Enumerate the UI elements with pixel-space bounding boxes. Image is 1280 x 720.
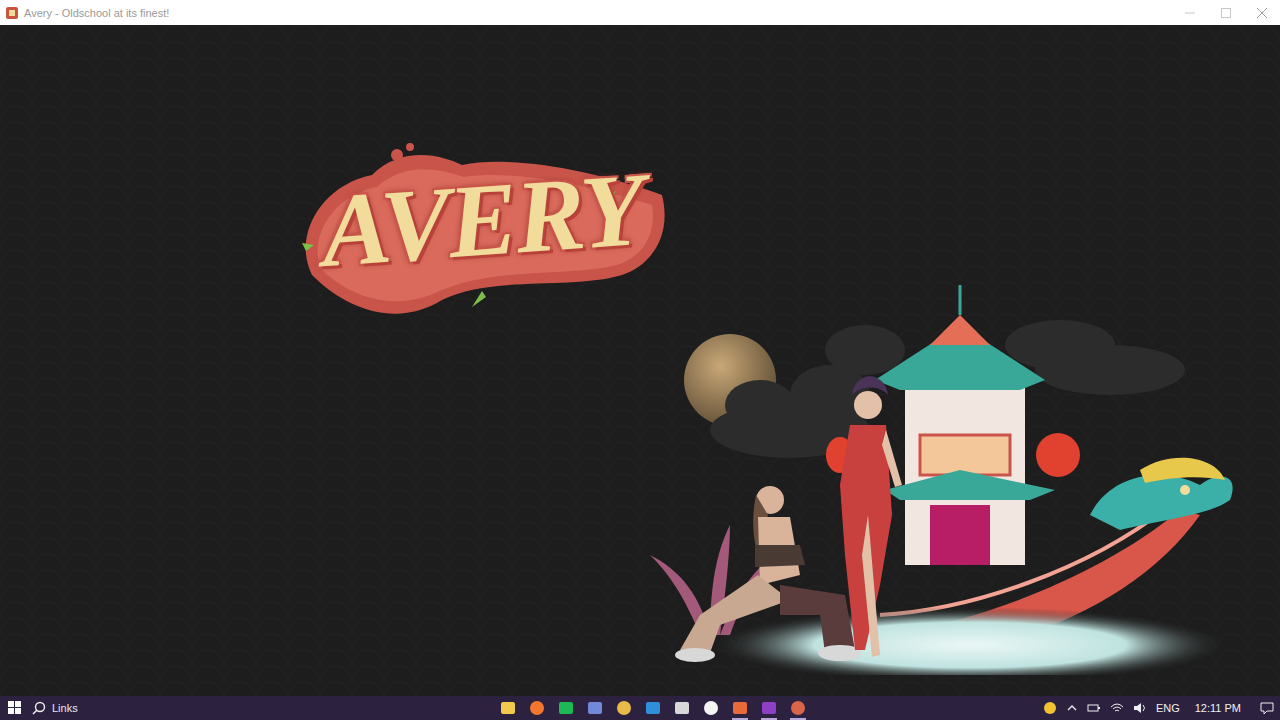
close-button[interactable]: [1244, 0, 1280, 25]
taskbar-app[interactable]: [527, 696, 547, 720]
app-icon: [616, 700, 632, 716]
volume-icon[interactable]: [1133, 702, 1147, 714]
dragon-head-icon: [1090, 458, 1233, 530]
taskbar-app[interactable]: [672, 696, 692, 720]
search-icon: [32, 701, 46, 715]
close-icon: [1257, 8, 1267, 18]
taskbar-app[interactable]: [643, 696, 663, 720]
taskbar: Links ENG 12:11 PM: [0, 696, 1280, 720]
battery-icon[interactable]: [1087, 702, 1101, 714]
app-icon: [790, 700, 806, 716]
taskbar-app[interactable]: [556, 696, 576, 720]
maximize-button[interactable]: [1208, 0, 1244, 25]
app-icon: [761, 700, 777, 716]
app-icon: [732, 700, 748, 716]
minimize-button[interactable]: [1172, 0, 1208, 25]
character-standing-icon: [840, 376, 902, 657]
windows-start-icon[interactable]: [8, 701, 22, 715]
taskbar-app[interactable]: [759, 696, 779, 720]
taskbar-app[interactable]: [730, 696, 750, 720]
title-bar: Avery - Oldschool at its finest!: [0, 0, 1280, 25]
wifi-icon[interactable]: [1110, 702, 1124, 714]
splash-screen: AVERY: [0, 25, 1280, 696]
notification-icon[interactable]: [1260, 701, 1274, 715]
app-icon: [6, 7, 18, 19]
taskbar-app[interactable]: [788, 696, 808, 720]
app-icon: [587, 700, 603, 716]
taskbar-app[interactable]: [498, 696, 518, 720]
taskbar-app[interactable]: [585, 696, 605, 720]
key-art: [640, 255, 1250, 675]
taskbar-search[interactable]: Links: [32, 701, 78, 715]
app-icon: [703, 700, 719, 716]
chevron-up-icon[interactable]: [1066, 702, 1078, 714]
taskbar-app[interactable]: [614, 696, 634, 720]
app-icon: [500, 700, 516, 716]
running-indicator: [790, 718, 806, 720]
window-title: Avery - Oldschool at its finest!: [24, 7, 169, 19]
app-icon: [645, 700, 661, 716]
search-label[interactable]: Links: [52, 702, 78, 714]
taskbar-app[interactable]: [701, 696, 721, 720]
running-indicator: [732, 718, 748, 720]
character-crouching-icon: [675, 486, 862, 662]
minimize-icon: [1185, 8, 1195, 18]
app-icon: [674, 700, 690, 716]
app-icon: [558, 700, 574, 716]
status-circle-icon[interactable]: [1043, 701, 1057, 715]
running-indicator: [761, 718, 777, 720]
app-icon: [529, 700, 545, 716]
logo: AVERY: [292, 125, 672, 325]
clock[interactable]: 12:11 PM: [1189, 702, 1251, 714]
maximize-icon: [1221, 8, 1231, 18]
language-indicator[interactable]: ENG: [1156, 702, 1180, 714]
